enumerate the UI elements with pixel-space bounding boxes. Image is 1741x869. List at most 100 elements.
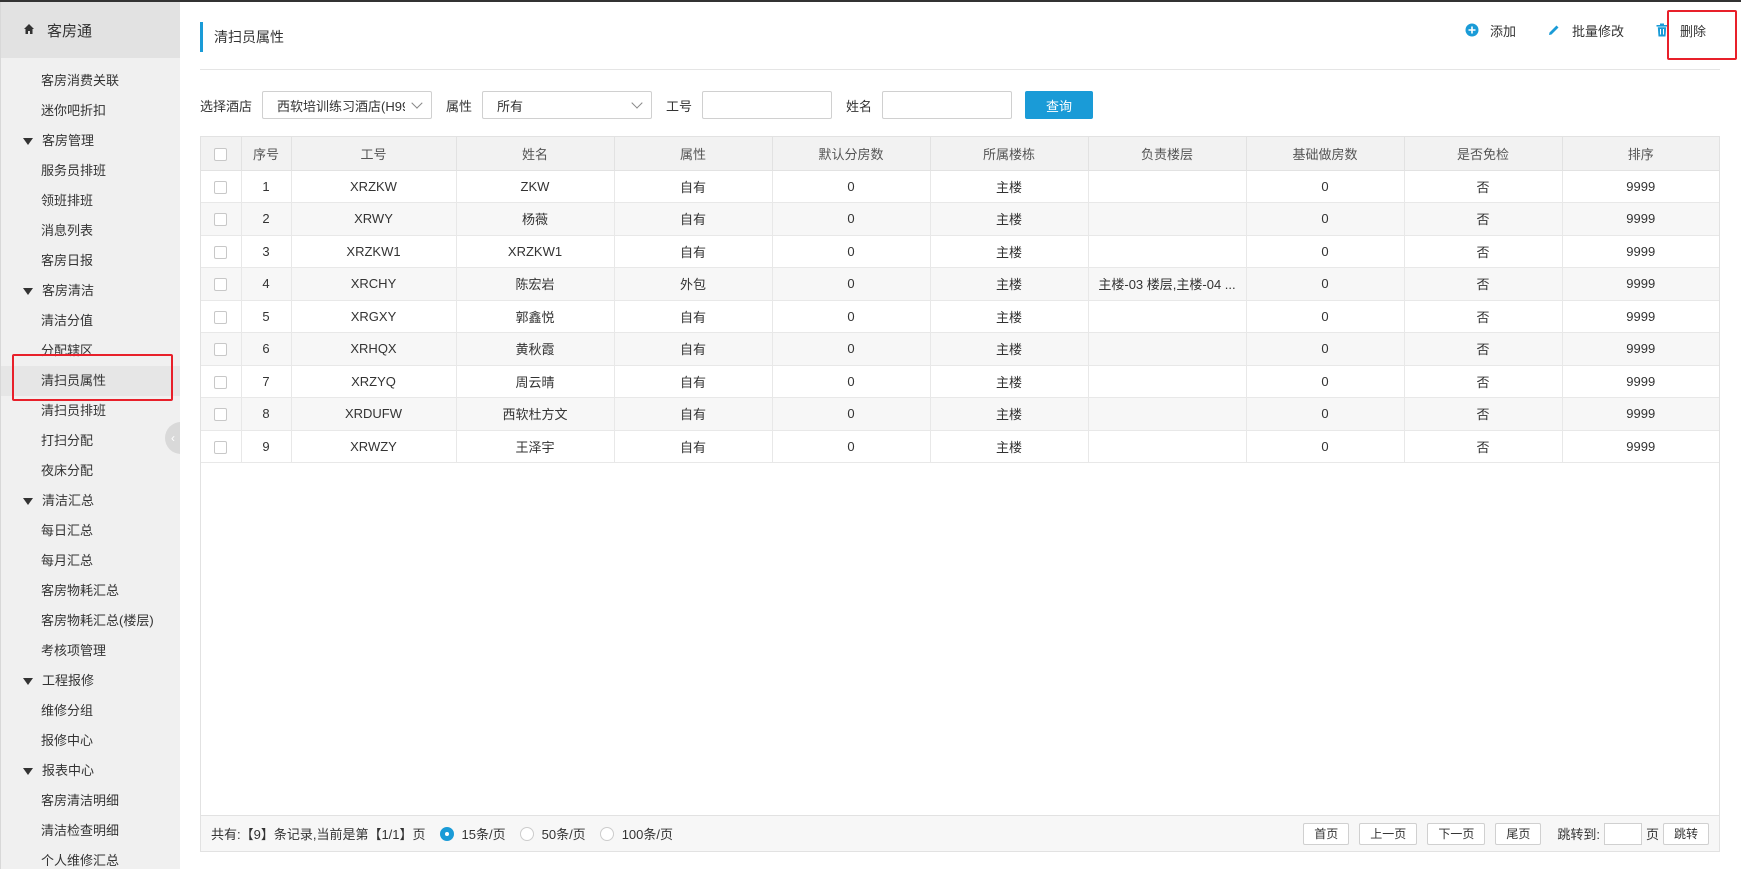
- table-cell: 否: [1404, 430, 1563, 463]
- sidebar-item[interactable]: 迷你吧折扣: [1, 96, 180, 126]
- page-size-radio[interactable]: [439, 826, 454, 841]
- table-cell: 主楼-03 楼层,主楼-04 ...: [1088, 267, 1247, 301]
- column-header: 默认分房数: [772, 137, 931, 171]
- attr-select[interactable]: 所有: [482, 91, 653, 119]
- sidebar-group[interactable]: 客房清洁: [1, 276, 180, 306]
- sidebar-item[interactable]: 领班排班: [1, 186, 180, 216]
- employee-id-input[interactable]: [702, 91, 833, 119]
- sidebar-item[interactable]: 清洁分值: [1, 306, 180, 336]
- table-row[interactable]: 1 XRZKW ZKW 自有 0 主楼 0 否 9999: [201, 170, 1719, 203]
- table-row[interactable]: 2 XRWY 杨薇 自有 0 主楼 0 否 9999: [201, 202, 1719, 236]
- table-cell: 否: [1404, 300, 1563, 333]
- caret-down-icon: [23, 767, 33, 775]
- table-row[interactable]: 4 XRCHY 陈宏岩 外包 0 主楼 主楼-03 楼层,主楼-04 ... 0 否 9999: [201, 267, 1719, 301]
- first-page-button[interactable]: 首页: [1303, 822, 1350, 845]
- chevron-left-icon: ‹: [171, 431, 175, 445]
- column-header: 基础做房数: [1246, 137, 1405, 171]
- hotel-select-value: 西软培训练习酒店(H99: [277, 98, 406, 114]
- table-cell: 9999: [1562, 332, 1719, 366]
- last-page-button[interactable]: 尾页: [1495, 822, 1542, 845]
- table-row[interactable]: 8 XRDUFW 西软杜方文 自有 0 主楼 0 否 9999: [201, 397, 1719, 431]
- table-row[interactable]: 7 XRZYQ 周云晴 自有 0 主楼 0 否 9999: [201, 365, 1719, 398]
- jump-page-input[interactable]: [1603, 822, 1642, 845]
- sidebar-item[interactable]: 客房物耗汇总: [1, 576, 180, 606]
- sidebar-item[interactable]: 客房清洁明细: [1, 786, 180, 816]
- name-input[interactable]: [882, 91, 1013, 119]
- pager: 首页 上一页 下一页 尾页 跳转到: 页 跳转: [1293, 822, 1709, 845]
- row-checkbox[interactable]: [214, 408, 228, 422]
- table-cell: 自有: [614, 332, 773, 366]
- add-label: 添加: [1489, 23, 1516, 39]
- prev-page-button[interactable]: 上一页: [1359, 822, 1418, 845]
- row-checkbox[interactable]: [214, 310, 228, 324]
- table-cell: 0: [772, 235, 931, 268]
- title-accent-bar: [200, 22, 203, 52]
- table-cell: [1088, 202, 1247, 236]
- row-checkbox[interactable]: [214, 180, 228, 194]
- row-checkbox[interactable]: [214, 213, 228, 227]
- row-select-cell[interactable]: [201, 267, 242, 301]
- sidebar-item[interactable]: 报修中心: [1, 726, 180, 756]
- row-checkbox[interactable]: [214, 278, 228, 292]
- sidebar-item[interactable]: 考核项管理: [1, 636, 180, 666]
- sidebar-item[interactable]: 个人维修汇总: [1, 846, 180, 869]
- page-size-radio[interactable]: [519, 826, 534, 841]
- row-select-cell[interactable]: [201, 300, 242, 333]
- row-checkbox[interactable]: [214, 375, 228, 389]
- row-checkbox[interactable]: [214, 343, 228, 357]
- sidebar-item[interactable]: 客房物耗汇总(楼层): [1, 606, 180, 636]
- table-cell: [1088, 235, 1247, 268]
- sidebar-item[interactable]: 消息列表: [1, 216, 180, 246]
- query-button[interactable]: 查询: [1025, 91, 1094, 119]
- table-row[interactable]: 9 XRWZY 王泽宇 自有 0 主楼 0 否 9999: [201, 430, 1719, 463]
- table-cell: 6: [241, 332, 292, 366]
- sidebar-group[interactable]: 清洁汇总: [1, 486, 180, 516]
- table-cell: 0: [772, 300, 931, 333]
- table-cell: 9999: [1562, 202, 1719, 236]
- sidebar-group[interactable]: 客房管理: [1, 126, 180, 156]
- row-select-cell[interactable]: [201, 332, 242, 366]
- page-size-label[interactable]: 15条/页: [462, 824, 506, 843]
- sidebar-item[interactable]: 每日汇总: [1, 516, 180, 546]
- sidebar-item[interactable]: 夜床分配: [1, 456, 180, 486]
- sidebar-group-label: 清洁汇总: [42, 493, 95, 508]
- select-all-cell[interactable]: [201, 137, 242, 171]
- next-page-button[interactable]: 下一页: [1427, 822, 1486, 845]
- row-checkbox[interactable]: [214, 440, 228, 454]
- hotel-select[interactable]: 西软培训练习酒店(H99: [262, 91, 433, 119]
- row-checkbox[interactable]: [214, 245, 228, 259]
- table-row[interactable]: 3 XRZKW1 XRZKW1 自有 0 主楼 0 否 9999: [201, 235, 1719, 268]
- data-table: 序号 工号 姓名 属性 默认分房数 所属楼栋 负责楼层 基础做房数 是否免检 排序 1 XRZKW Z…: [200, 136, 1720, 852]
- row-select-cell[interactable]: [201, 170, 242, 203]
- sidebar-item[interactable]: 客房日报: [1, 246, 180, 276]
- row-select-cell[interactable]: [201, 397, 242, 431]
- sidebar-item[interactable]: 服务员排班: [1, 156, 180, 186]
- app-header[interactable]: 客房通: [1, 2, 180, 58]
- row-select-cell[interactable]: [201, 365, 242, 398]
- batch-edit-button[interactable]: 批量修改: [1546, 21, 1624, 40]
- table-cell: 否: [1404, 365, 1563, 398]
- table-row[interactable]: 5 XRGXY 郭鑫悦 自有 0 主楼 0 否 9999: [201, 300, 1719, 333]
- row-select-cell[interactable]: [201, 430, 242, 463]
- sidebar-item[interactable]: 客房消费关联: [1, 66, 180, 96]
- sidebar-group[interactable]: 工程报修: [1, 666, 180, 696]
- sidebar-item[interactable]: 清洁检查明细: [1, 816, 180, 846]
- page-size-radio[interactable]: [599, 826, 614, 841]
- row-select-cell[interactable]: [201, 235, 242, 268]
- sidebar-group[interactable]: 报表中心: [1, 756, 180, 786]
- page-size-label[interactable]: 50条/页: [542, 824, 586, 843]
- table-cell: 5: [241, 300, 292, 333]
- page-size-label[interactable]: 100条/页: [622, 824, 673, 843]
- sidebar-item[interactable]: 打扫分配: [1, 426, 180, 456]
- sidebar-item[interactable]: 维修分组: [1, 696, 180, 726]
- sidebar-item[interactable]: 每月汇总: [1, 546, 180, 576]
- add-button[interactable]: 添加: [1464, 21, 1516, 40]
- select-all-checkbox[interactable]: [214, 147, 228, 161]
- table-cell: 外包: [614, 267, 773, 301]
- jump-button[interactable]: 跳转: [1662, 822, 1709, 845]
- row-select-cell[interactable]: [201, 202, 242, 236]
- caret-down-icon: [23, 677, 33, 685]
- table-row[interactable]: 6 XRHQX 黄秋霞 自有 0 主楼 0 否 9999: [201, 332, 1719, 366]
- table-cell: XRDUFW: [291, 397, 457, 431]
- table-cell: 9999: [1562, 170, 1719, 203]
